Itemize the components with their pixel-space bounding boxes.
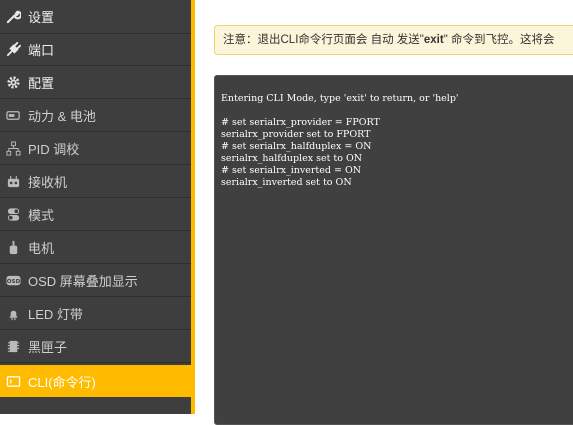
osd-icon: OSD bbox=[5, 273, 21, 289]
cli-line: Entering CLI Mode, type 'exit' to return… bbox=[221, 93, 459, 104]
notice-prefix: 注意：退出CLI命令行页面会 自动 发送" bbox=[223, 34, 424, 46]
cli-line: serialrx_inverted set to ON bbox=[221, 177, 352, 188]
sidebar-item-ports[interactable]: 端口 bbox=[0, 34, 191, 66]
sidebar-divider bbox=[191, 0, 195, 414]
blackbox-icon bbox=[5, 339, 21, 355]
sidebar-item-label: 设置 bbox=[28, 10, 55, 25]
plug-icon bbox=[5, 42, 21, 58]
sidebar-item-configuration[interactable]: 配置 bbox=[0, 67, 191, 99]
cli-line: serialrx_provider set to FPORT bbox=[221, 129, 371, 140]
sidebar-item-modes[interactable]: 模式 bbox=[0, 199, 191, 231]
sidebar-item-label: 配置 bbox=[28, 76, 55, 91]
gear-icon bbox=[5, 75, 21, 91]
notice-suffix: " 命令到飞控。这将会 bbox=[443, 34, 555, 46]
sitemap-icon bbox=[5, 141, 21, 157]
terminal-icon bbox=[5, 373, 21, 389]
sidebar-item-label: LED 灯带 bbox=[28, 307, 83, 322]
cli-line: # set serialrx_inverted = ON bbox=[221, 165, 362, 176]
cli-output-window[interactable]: Entering CLI Mode, type 'exit' to return… bbox=[214, 75, 573, 425]
svg-text:OSD: OSD bbox=[6, 279, 20, 285]
sidebar-item-label: 模式 bbox=[28, 208, 55, 223]
sidebar-item-setup[interactable]: 设置 bbox=[0, 0, 191, 34]
sidebar-item-blackbox[interactable]: 黑匣子 bbox=[0, 331, 191, 363]
sidebar-item-osd[interactable]: OSD OSD 屏幕叠加显示 bbox=[0, 265, 191, 297]
sidebar-item-power[interactable]: 动力 & 电池 bbox=[0, 100, 191, 132]
notice-keyword: exit bbox=[423, 34, 444, 46]
sidebar-item-label: 端口 bbox=[28, 43, 55, 58]
cli-line: serialrx_halfduplex set to ON bbox=[221, 153, 363, 164]
sidebar-item-label: CLI(命令行) bbox=[28, 374, 96, 390]
sidebar-item-pid[interactable]: PID 调校 bbox=[0, 133, 191, 165]
motor-icon bbox=[5, 240, 21, 256]
sidebar-item-label: PID 调校 bbox=[28, 142, 80, 157]
cli-line: # set serialrx_provider = FPORT bbox=[221, 117, 380, 128]
cli-exit-notice: 注意：退出CLI命令行页面会 自动 发送"exit" 命令到飞控。这将会 bbox=[214, 25, 573, 55]
cli-output-text: Entering CLI Mode, type 'exit' to return… bbox=[221, 93, 459, 189]
sidebar-item-label: OSD 屏幕叠加显示 bbox=[28, 274, 138, 289]
wrench-icon bbox=[5, 9, 21, 25]
toggle-icon bbox=[5, 207, 21, 223]
sidebar-item-label: 动力 & 电池 bbox=[28, 109, 96, 124]
sidebar-item-label: 接收机 bbox=[28, 175, 68, 190]
sidebar-item-label: 黑匣子 bbox=[28, 340, 68, 355]
sidebar-item-motors[interactable]: 电机 bbox=[0, 232, 191, 264]
battery-icon bbox=[5, 108, 21, 124]
sidebar-item-cli[interactable]: CLI(命令行) bbox=[0, 365, 191, 397]
sidebar-item-label: 电机 bbox=[28, 241, 55, 256]
sidebar: 设置 端口 配置 动力 & 电池 PID 调校 接收机 模式 电机 OSD OS… bbox=[0, 0, 191, 414]
sidebar-item-receiver[interactable]: 接收机 bbox=[0, 166, 191, 198]
sidebar-item-led[interactable]: LED 灯带 bbox=[0, 298, 191, 330]
cli-line: # set serialrx_halfduplex = ON bbox=[221, 141, 372, 152]
led-icon bbox=[5, 306, 21, 322]
receiver-icon bbox=[5, 174, 21, 190]
